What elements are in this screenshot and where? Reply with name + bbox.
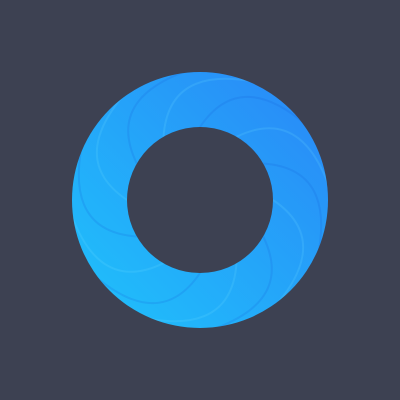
logo-ring-hole (127, 127, 273, 273)
ring-logo-icon (71, 72, 328, 328)
app-canvas (0, 0, 400, 400)
